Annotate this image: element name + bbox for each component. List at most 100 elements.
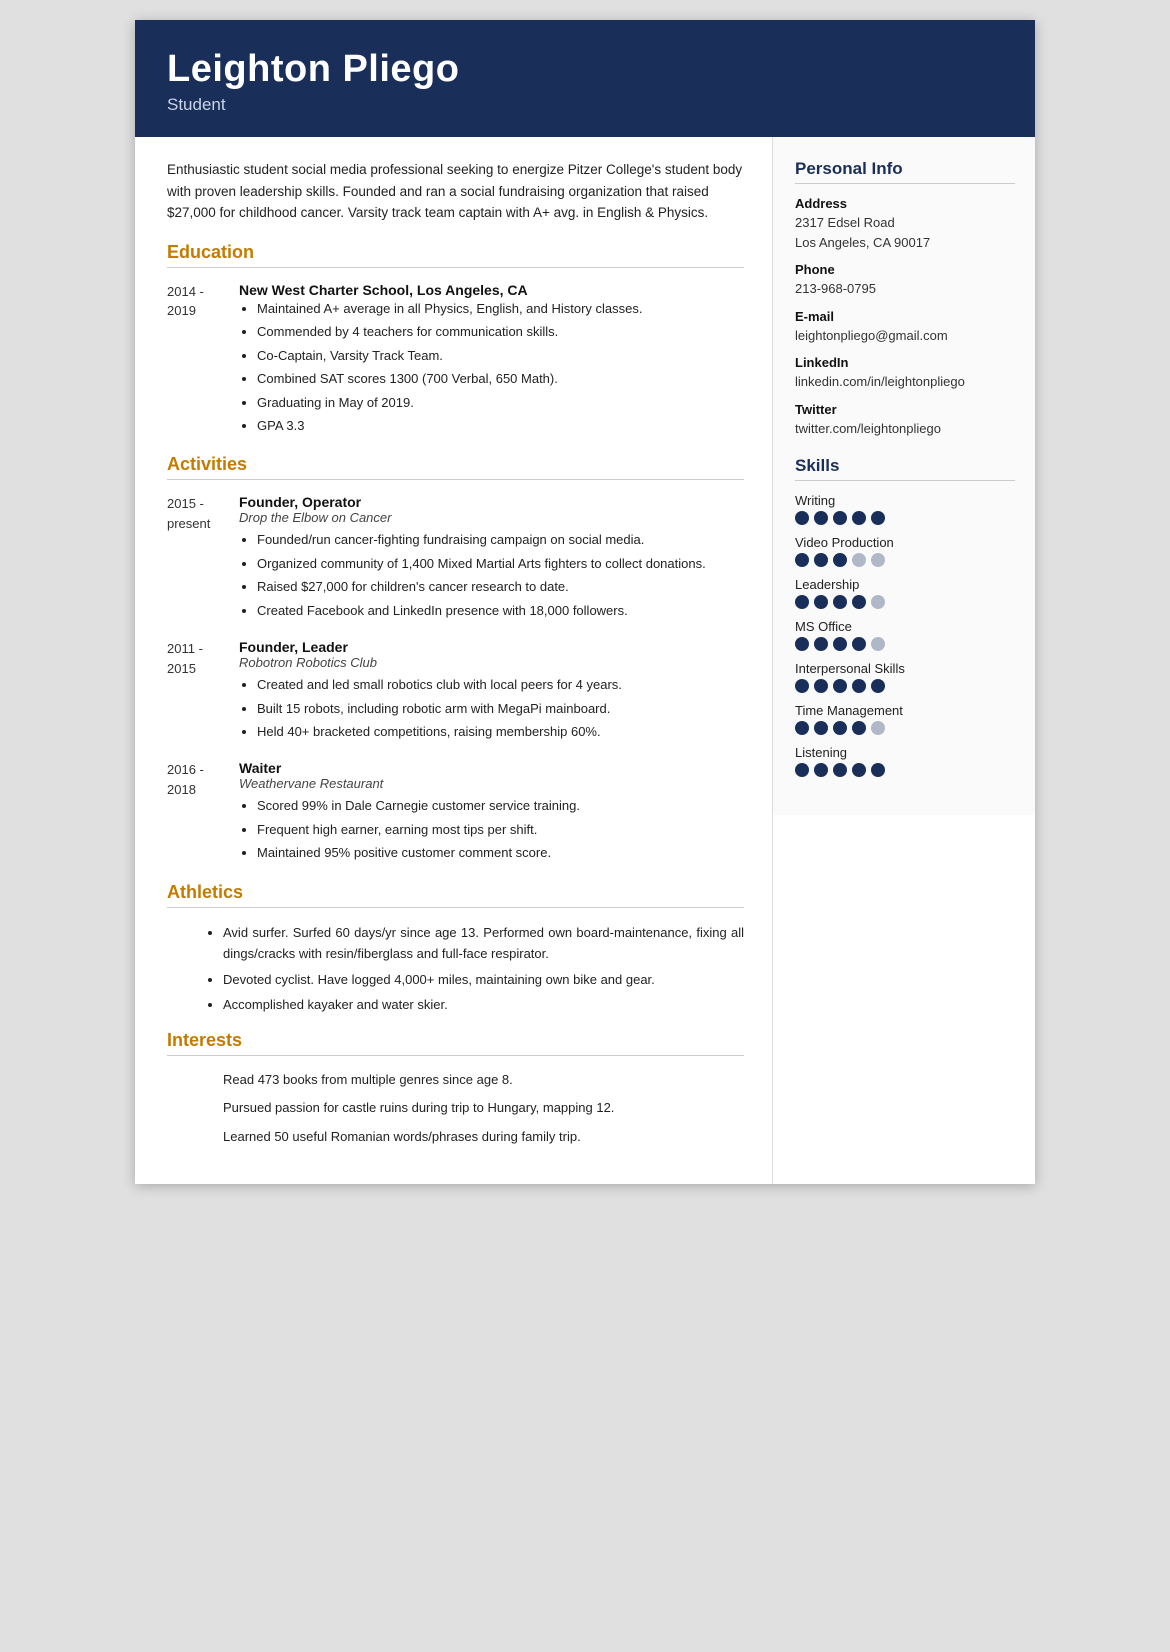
activity-bullet-0-2: Raised $27,000 for children's cancer res… [257, 576, 744, 597]
activities-section: Activities 2015 - present Founder, Opera… [167, 454, 744, 865]
skill-item-0: Writing [795, 493, 1015, 525]
activity-bullets-1: Created and led small robotics club with… [239, 674, 744, 742]
skill-item-3: MS Office [795, 619, 1015, 651]
athletics-bullet-0: Avid surfer. Surfed 60 days/yr since age… [223, 922, 744, 965]
activity-bullet-2-1: Frequent high earner, earning most tips … [257, 819, 744, 840]
interests-para-2: Learned 50 useful Romanian words/phrases… [223, 1127, 744, 1148]
education-bullets-0: Maintained A+ average in all Physics, En… [239, 298, 744, 437]
skill-dot-5-3 [852, 721, 866, 735]
skill-name-3: MS Office [795, 619, 1015, 634]
activity-subtitle-0: Drop the Elbow on Cancer [239, 510, 744, 525]
activity-bullet-1-2: Held 40+ bracketed competitions, raising… [257, 721, 744, 742]
education-bullet-0-5: GPA 3.3 [257, 415, 744, 436]
skill-dot-2-1 [814, 595, 828, 609]
email-value: leightonpliego@gmail.com [795, 326, 1015, 346]
main-column: Enthusiastic student social media profes… [135, 137, 773, 1184]
activity-bullet-1-0: Created and led small robotics club with… [257, 674, 744, 695]
skill-dot-4-4 [871, 679, 885, 693]
education-entry-0: 2014 - 2019 New West Charter School, Los… [167, 282, 744, 439]
activity-bullet-2-0: Scored 99% in Dale Carnegie customer ser… [257, 795, 744, 816]
activity-content-1: Founder, Leader Robotron Robotics Club C… [239, 639, 744, 744]
activity-content-2: Waiter Weathervane Restaurant Scored 99%… [239, 760, 744, 865]
activity-subtitle-2: Weathervane Restaurant [239, 776, 744, 791]
activity-bullets-2: Scored 99% in Dale Carnegie customer ser… [239, 795, 744, 863]
activity-subtitle-1: Robotron Robotics Club [239, 655, 744, 670]
skills-list: Writing Video Production Leadership MS Offi… [795, 493, 1015, 777]
athletics-bullet-2: Accomplished kayaker and water skier. [223, 994, 744, 1015]
skill-dot-1-0 [795, 553, 809, 567]
skill-dots-1 [795, 553, 1015, 567]
skill-dot-4-3 [852, 679, 866, 693]
skill-dot-5-4 [871, 721, 885, 735]
skill-item-1: Video Production [795, 535, 1015, 567]
activity-bullet-1-1: Built 15 robots, including robotic arm w… [257, 698, 744, 719]
address-label: Address [795, 196, 1015, 211]
skill-dot-5-2 [833, 721, 847, 735]
skill-name-4: Interpersonal Skills [795, 661, 1015, 676]
skill-dot-0-4 [871, 511, 885, 525]
skill-dot-4-2 [833, 679, 847, 693]
skill-dot-0-0 [795, 511, 809, 525]
skill-dots-6 [795, 763, 1015, 777]
activity-bullet-0-1: Organized community of 1,400 Mixed Marti… [257, 553, 744, 574]
activity-entry-2: 2016 - 2018 Waiter Weathervane Restauran… [167, 760, 744, 865]
personal-info-heading: Personal Info [795, 159, 1015, 184]
activity-title-2: Waiter [239, 760, 744, 776]
personal-info-section: Personal Info Address 2317 Edsel Road Lo… [795, 159, 1015, 438]
skill-dots-2 [795, 595, 1015, 609]
education-heading: Education [167, 242, 744, 268]
skills-section: Skills WritingVideo ProductionLeadership… [795, 456, 1015, 777]
athletics-heading: Athletics [167, 882, 744, 908]
skill-dot-3-4 [871, 637, 885, 651]
athletics-entry: Avid surfer. Surfed 60 days/yr since age… [167, 922, 744, 1016]
activity-bullet-2-2: Maintained 95% positive customer comment… [257, 842, 744, 863]
skill-dot-2-3 [852, 595, 866, 609]
skill-dot-4-1 [814, 679, 828, 693]
skill-dot-0-3 [852, 511, 866, 525]
education-bullet-0-1: Commended by 4 teachers for communicatio… [257, 321, 744, 342]
skill-dot-5-1 [814, 721, 828, 735]
skill-dot-1-4 [871, 553, 885, 567]
skill-dot-1-3 [852, 553, 866, 567]
skill-name-5: Time Management [795, 703, 1015, 718]
skill-dot-2-2 [833, 595, 847, 609]
skill-dot-2-4 [871, 595, 885, 609]
activity-bullet-0-3: Created Facebook and LinkedIn presence w… [257, 600, 744, 621]
candidate-title: Student [167, 95, 1003, 115]
athletics-bullets: Avid surfer. Surfed 60 days/yr since age… [167, 922, 744, 1016]
education-bullet-0-3: Combined SAT scores 1300 (700 Verbal, 65… [257, 368, 744, 389]
address-value: 2317 Edsel Road Los Angeles, CA 90017 [795, 213, 1015, 252]
skill-name-6: Listening [795, 745, 1015, 760]
resume-container: Leighton Pliego Student Enthusiastic stu… [135, 20, 1035, 1184]
skill-dot-0-1 [814, 511, 828, 525]
skill-name-2: Leadership [795, 577, 1015, 592]
skill-dots-3 [795, 637, 1015, 651]
skill-item-6: Listening [795, 745, 1015, 777]
skill-dot-3-0 [795, 637, 809, 651]
activity-content-0: Founder, Operator Drop the Elbow on Canc… [239, 494, 744, 623]
skill-dot-1-2 [833, 553, 847, 567]
body-layout: Enthusiastic student social media profes… [135, 137, 1035, 1184]
skill-dot-5-0 [795, 721, 809, 735]
phone-value: 213-968-0795 [795, 279, 1015, 299]
education-bullet-0-0: Maintained A+ average in all Physics, En… [257, 298, 744, 319]
skill-dots-4 [795, 679, 1015, 693]
skill-dots-0 [795, 511, 1015, 525]
skill-item-4: Interpersonal Skills [795, 661, 1015, 693]
skill-name-0: Writing [795, 493, 1015, 508]
candidate-name: Leighton Pliego [167, 48, 1003, 91]
interests-heading: Interests [167, 1030, 744, 1056]
athletics-bullet-1: Devoted cyclist. Have logged 4,000+ mile… [223, 969, 744, 990]
interests-para-0: Read 473 books from multiple genres sinc… [223, 1070, 744, 1091]
activity-dates-0: 2015 - present [167, 494, 239, 623]
sidebar-column: Personal Info Address 2317 Edsel Road Lo… [773, 137, 1035, 815]
skill-dot-6-0 [795, 763, 809, 777]
summary-text: Enthusiastic student social media profes… [167, 159, 744, 224]
interests-section: Interests Read 473 books from multiple g… [167, 1030, 744, 1148]
email-label: E-mail [795, 309, 1015, 324]
skill-dot-6-4 [871, 763, 885, 777]
header-section: Leighton Pliego Student [135, 20, 1035, 137]
skill-dot-3-3 [852, 637, 866, 651]
athletics-section: Athletics Avid surfer. Surfed 60 days/yr… [167, 882, 744, 1016]
activity-entry-0: 2015 - present Founder, Operator Drop th… [167, 494, 744, 623]
